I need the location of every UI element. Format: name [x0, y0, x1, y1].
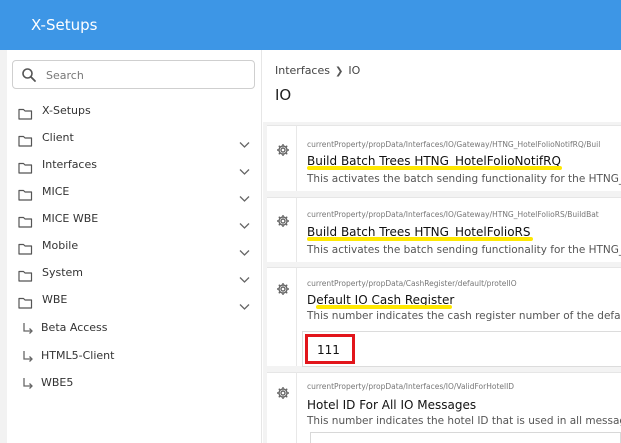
title-highlight-mark: [307, 166, 562, 170]
setting-gear-column: [267, 372, 297, 443]
app-window: X-Setups X-Setups Client Interfaces MICE MIC…: [0, 0, 621, 443]
subdirectory-arrow-icon: [21, 321, 35, 335]
sidebar-item-beta-access[interactable]: Beta Access: [7, 318, 262, 340]
sidebar-item-html5-client[interactable]: HTML5-Client: [7, 346, 262, 368]
folder-icon: [18, 294, 33, 309]
sidebar-item-wbe5[interactable]: WBE5: [7, 373, 262, 395]
sidebar-item-label: Beta Access: [41, 321, 108, 334]
setting-description: This activates the batch sending functio…: [307, 244, 621, 256]
sidebar-item-mice[interactable]: MICE: [7, 182, 262, 204]
left-edge-strip: [0, 50, 7, 443]
chevron-down-icon[interactable]: [239, 188, 250, 202]
sidebar-item-label: System: [42, 266, 84, 279]
chevron-down-icon[interactable]: [239, 215, 250, 229]
chevron-down-icon[interactable]: [239, 242, 250, 256]
breadcrumb-item-interfaces[interactable]: Interfaces: [275, 64, 330, 77]
cash-register-value-field[interactable]: [305, 334, 355, 364]
title-highlight-mark: [316, 305, 452, 309]
sidebar-item-interfaces[interactable]: Interfaces: [7, 155, 262, 177]
folder-icon: [18, 159, 33, 174]
hotel-id-input-field[interactable]: [310, 432, 621, 443]
search-box[interactable]: [12, 60, 255, 89]
chevron-down-icon[interactable]: [239, 161, 250, 175]
setting-description: This number indicates the hotel ID that …: [307, 415, 621, 427]
setting-path: currentProperty/propData/CashRegister/de…: [307, 279, 517, 288]
sidebar-item-label: X-Setups: [42, 104, 91, 117]
gear-icon[interactable]: [276, 142, 290, 156]
folder-icon: [18, 132, 33, 147]
setting-path: currentProperty/propData/Interfaces/IO/G…: [307, 140, 601, 149]
breadcrumb-item-io[interactable]: IO: [348, 64, 360, 77]
gear-icon[interactable]: [276, 281, 290, 295]
search-icon: [22, 68, 36, 82]
setting-description: This number indicates the cash register …: [307, 310, 621, 322]
sidebar-item-mice-wbe[interactable]: MICE WBE: [7, 209, 262, 231]
setting-gear-column: [267, 197, 297, 262]
page-title: IO: [275, 86, 292, 104]
sidebar-item-mobile[interactable]: Mobile: [7, 236, 262, 258]
sidebar-item-system[interactable]: System: [7, 263, 262, 285]
sidebar-item-x-setups[interactable]: X-Setups: [7, 101, 262, 123]
page-header: [263, 50, 621, 122]
sidebar-item-label: WBE: [42, 293, 68, 306]
title-highlight-mark: [307, 237, 533, 241]
sidebar-item-label: HTML5-Client: [41, 349, 115, 362]
setting-card: currentProperty/propData/Interfaces/IO/G…: [297, 197, 621, 262]
folder-icon: [18, 213, 33, 228]
sidebar-item-label: Client: [42, 131, 74, 144]
chevron-down-icon[interactable]: [239, 296, 250, 310]
setting-gear-column: [267, 267, 297, 366]
setting-title: Hotel ID For All IO Messages: [307, 398, 477, 412]
subdirectory-arrow-icon: [21, 349, 35, 363]
gear-icon[interactable]: [276, 385, 290, 399]
sidebar-item-label: WBE5: [41, 376, 74, 389]
setting-description: This activates the batch sending functio…: [307, 173, 621, 185]
chevron-down-icon[interactable]: [239, 134, 250, 148]
folder-icon: [18, 105, 33, 120]
cash-register-input[interactable]: [312, 341, 348, 358]
subdirectory-arrow-icon: [21, 376, 35, 390]
chevron-down-icon[interactable]: [239, 269, 250, 283]
sidebar-item-label: MICE WBE: [42, 212, 99, 225]
folder-icon: [18, 240, 33, 255]
breadcrumb: Interfaces ❯ IO: [275, 64, 360, 77]
sidebar-item-label: Interfaces: [42, 158, 97, 171]
folder-icon: [18, 186, 33, 201]
sidebar-item-wbe[interactable]: WBE: [7, 290, 262, 312]
gear-icon[interactable]: [276, 213, 290, 227]
sidebar-item-label: MICE: [42, 185, 70, 198]
sidebar: X-Setups Client Interfaces MICE MICE WBE Mobi…: [7, 50, 262, 443]
search-input[interactable]: [46, 67, 246, 83]
setting-gear-column: [267, 125, 297, 191]
setting-path: currentProperty/propData/Interfaces/IO/V…: [307, 382, 515, 391]
app-title: X-Setups: [31, 16, 98, 34]
folder-icon: [18, 267, 33, 282]
setting-card: currentProperty/propData/Interfaces/IO/G…: [297, 125, 621, 191]
chevron-right-icon: ❯: [334, 66, 344, 77]
top-bar: X-Setups: [0, 0, 621, 50]
setting-path: currentProperty/propData/Interfaces/IO/G…: [307, 210, 599, 219]
sidebar-item-client[interactable]: Client: [7, 128, 262, 150]
sidebar-item-label: Mobile: [42, 239, 79, 252]
